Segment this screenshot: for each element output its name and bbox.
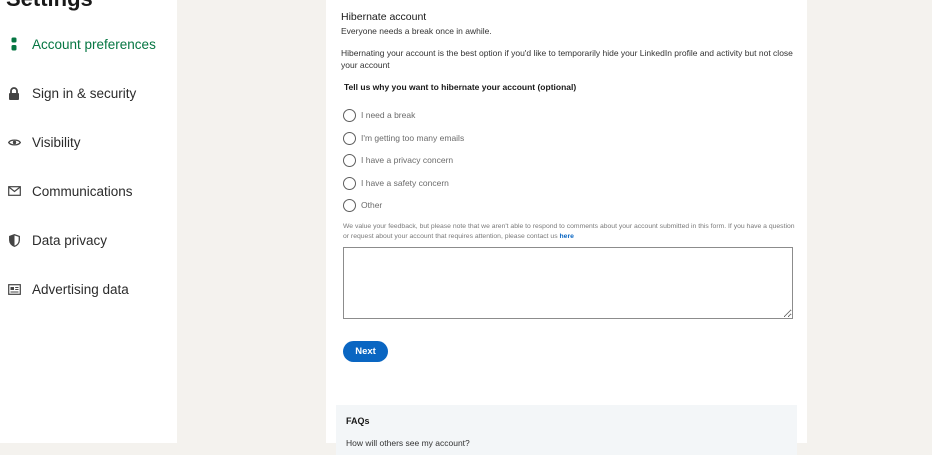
radio-button[interactable]: [343, 131, 356, 145]
radio-label: I need a break: [361, 110, 416, 120]
page-subtitle: Everyone needs a break once in awhile.: [341, 26, 492, 36]
sidebar-item-label: Visibility: [32, 134, 81, 150]
sidebar-item-label: Communications: [32, 183, 133, 199]
eye-icon: [7, 135, 21, 149]
sidebar-item-visibility[interactable]: Visibility: [0, 129, 177, 155]
sidebar-item-label: Data privacy: [32, 232, 108, 248]
radio-label: I have a privacy concern: [361, 155, 454, 165]
hibernate-account-card: Hibernate account Everyone needs a break…: [326, 0, 807, 455]
sidebar-item-advertising-data[interactable]: Advertising data: [0, 276, 177, 302]
person-icon: [7, 37, 21, 51]
sidebar-item-data-privacy[interactable]: Data privacy: [0, 227, 177, 253]
page-title: Hibernate account: [341, 11, 427, 23]
contact-us-link[interactable]: here: [560, 233, 574, 240]
radio-button[interactable]: [343, 108, 356, 122]
radio-button[interactable]: [343, 153, 356, 167]
faq-section: FAQs How will others see my account?: [336, 405, 797, 455]
radio-button[interactable]: [343, 176, 356, 190]
radio-button[interactable]: [343, 198, 356, 212]
envelope-icon: [7, 184, 21, 198]
shield-icon: [7, 233, 21, 247]
feedback-textarea[interactable]: [343, 247, 793, 319]
sidebar-item-label: Advertising data: [32, 281, 129, 297]
sidebar-item-sign-in-security[interactable]: Sign in & security: [0, 80, 177, 106]
sidebar-title: Settings: [6, 0, 93, 12]
reason-option-privacy-concern[interactable]: I have a privacy concern: [343, 152, 453, 168]
sidebar-item-account-preferences[interactable]: Account preferences: [0, 31, 177, 57]
sidebar-item-label: Account preferences: [32, 36, 156, 52]
faq-title: FAQs: [346, 416, 370, 426]
newspaper-icon: [7, 282, 21, 296]
faq-question[interactable]: How will others see my account?: [346, 438, 470, 448]
sidebar-item-label: Sign in & security: [32, 85, 137, 101]
reason-option-other[interactable]: Other: [343, 197, 382, 213]
hibernate-description: Hibernating your account is the best opt…: [341, 48, 793, 70]
reason-option-safety-concern[interactable]: I have a safety concern: [343, 175, 449, 191]
settings-sidebar: Settings Account preferences Sign in & s…: [0, 0, 177, 443]
radio-label: I have a safety concern: [361, 178, 449, 188]
reason-question: Tell us why you want to hibernate your a…: [344, 82, 577, 92]
reason-option-need-a-break[interactable]: I need a break: [343, 107, 415, 123]
next-button[interactable]: Next: [343, 341, 388, 362]
feedback-note: We value your feedback, but please note …: [343, 222, 798, 242]
radio-label: I'm getting too many emails: [361, 133, 465, 143]
lock-icon: [7, 86, 21, 100]
reason-option-too-many-emails[interactable]: I'm getting too many emails: [343, 130, 464, 146]
radio-label: Other: [361, 200, 383, 210]
sidebar-item-communications[interactable]: Communications: [0, 178, 177, 204]
